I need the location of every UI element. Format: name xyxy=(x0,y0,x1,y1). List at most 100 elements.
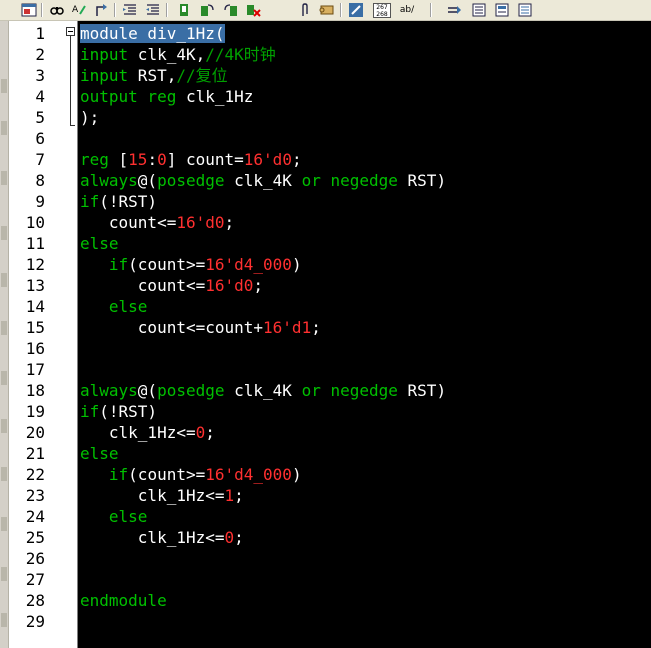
line-number: 16 xyxy=(25,339,45,358)
block3-icon[interactable] xyxy=(516,1,534,19)
line-number: 12 xyxy=(25,255,45,274)
keyword-token: reg xyxy=(80,150,109,169)
code-line: if(count>=16'd4_000) xyxy=(80,254,302,275)
fold-collapse-icon[interactable] xyxy=(66,27,75,36)
toolbar: A 267 268 ab/ xyxy=(0,0,651,21)
line-number: 4 xyxy=(35,87,45,106)
toolbar-separator xyxy=(114,3,116,17)
code-line: if(count>=16'd4_000) xyxy=(80,464,302,485)
number-token: 16'd4_000 xyxy=(205,465,292,484)
bookmark-clear-icon[interactable] xyxy=(244,1,262,19)
code-token: : xyxy=(147,150,158,169)
keyword-token: negedge xyxy=(330,171,398,190)
number-token: 16'd0 xyxy=(176,213,225,232)
keyword-token: if xyxy=(80,402,100,421)
number-token: 0 xyxy=(195,423,206,442)
code-token: RST, xyxy=(128,66,177,85)
line-number: 7 xyxy=(35,150,45,169)
code-line: count<=count+16'd1; xyxy=(80,317,321,338)
number-token: 16'd0 xyxy=(205,276,254,295)
number-token: 16'd0 xyxy=(243,150,292,169)
keyword-token: if xyxy=(108,255,129,274)
code-token: ; xyxy=(291,150,302,169)
line-number: 11 xyxy=(25,234,45,253)
line-number: 23 xyxy=(25,486,45,505)
code-token: clk_4K xyxy=(224,381,302,400)
bookmark-next-icon[interactable] xyxy=(198,1,216,19)
code-token: ; xyxy=(205,423,215,442)
outdent-icon[interactable] xyxy=(144,1,162,19)
code-token: RST) xyxy=(397,171,447,190)
keyword-token: posedge xyxy=(157,171,225,190)
code-token: (count>= xyxy=(128,465,206,484)
keyword-token: else xyxy=(80,234,119,253)
keyword-token: else xyxy=(108,297,148,316)
fold-end xyxy=(70,125,75,126)
line-numbers-icon[interactable]: 267 268 xyxy=(373,1,391,19)
block-icon[interactable] xyxy=(470,1,488,19)
bookmark-prev-icon[interactable] xyxy=(222,1,240,19)
keyword-token: always xyxy=(80,381,138,400)
code-token: clk_4K, xyxy=(128,45,206,64)
code-line: clk_1Hz<=1; xyxy=(80,485,244,506)
number-token: 16'd1 xyxy=(263,318,312,337)
line-number: 3 xyxy=(35,66,45,85)
arrow-icon[interactable] xyxy=(445,1,463,19)
bookmark-icon[interactable] xyxy=(175,1,193,19)
paperclip-icon[interactable] xyxy=(296,1,314,19)
code-line: if(!RST) xyxy=(80,191,157,212)
code-token: clk_4K xyxy=(224,171,302,190)
code-token: ] count= xyxy=(166,150,244,169)
line-number: 28 xyxy=(25,591,45,610)
line-number: 22 xyxy=(25,465,45,484)
line-number: 17 xyxy=(25,360,45,379)
block2-icon[interactable] xyxy=(493,1,511,19)
code-line: input RST,//复位 xyxy=(80,65,228,86)
keyword-token: input xyxy=(80,66,129,85)
edit-icon[interactable] xyxy=(347,1,365,19)
comment-token: //4K时钟 xyxy=(205,45,276,64)
keyword-token: posedge xyxy=(157,381,225,400)
code-line: module div_1Hz( xyxy=(80,23,225,44)
code-token: [ xyxy=(108,150,129,169)
code-line: else xyxy=(80,296,148,317)
code-token: (!RST) xyxy=(99,402,158,421)
keyword-token: output reg xyxy=(80,87,177,106)
code-line: reg [15:0] count=16'd0; xyxy=(80,149,302,170)
svg-text:A: A xyxy=(72,5,79,15)
line-number: 20 xyxy=(25,423,45,442)
code-line: if(!RST) xyxy=(80,401,157,422)
wordwrap-icon[interactable]: ab/ xyxy=(398,1,416,19)
find-replace-icon[interactable]: A xyxy=(70,1,88,19)
indent-icon[interactable] xyxy=(121,1,139,19)
code-line: endmodule xyxy=(80,590,167,611)
wordwrap-label: ab/ xyxy=(399,5,415,15)
code-token: ; xyxy=(311,318,321,337)
number-token: 0 xyxy=(157,150,167,169)
find-icon[interactable] xyxy=(48,1,66,19)
line-number: 26 xyxy=(25,549,45,568)
code-line: always@(posedge clk_4K or negedge RST) xyxy=(80,170,446,191)
code-line: always@(posedge clk_4K or negedge RST) xyxy=(80,380,446,401)
code-line: count<=16'd0; xyxy=(80,275,263,296)
toolbar-separator xyxy=(41,3,43,17)
code-line: else xyxy=(80,506,148,527)
code-token: ; xyxy=(234,486,244,505)
line-number: 29 xyxy=(25,612,45,631)
line-number: 10 xyxy=(25,213,45,232)
code-token: (!RST) xyxy=(99,192,158,211)
code-line: clk_1Hz<=0; xyxy=(80,527,244,548)
code-token: ); xyxy=(80,108,100,127)
goto-icon[interactable] xyxy=(92,1,110,19)
scroll-icon[interactable] xyxy=(318,1,336,19)
line-number: 5 xyxy=(35,108,45,127)
keyword-token: input xyxy=(80,45,129,64)
line-numbers-label: 267 268 xyxy=(373,2,391,18)
line-number: 19 xyxy=(25,402,45,421)
code-token: clk_1Hz xyxy=(176,87,254,106)
line-number: 1 xyxy=(35,24,45,43)
window-icon[interactable] xyxy=(20,1,38,19)
